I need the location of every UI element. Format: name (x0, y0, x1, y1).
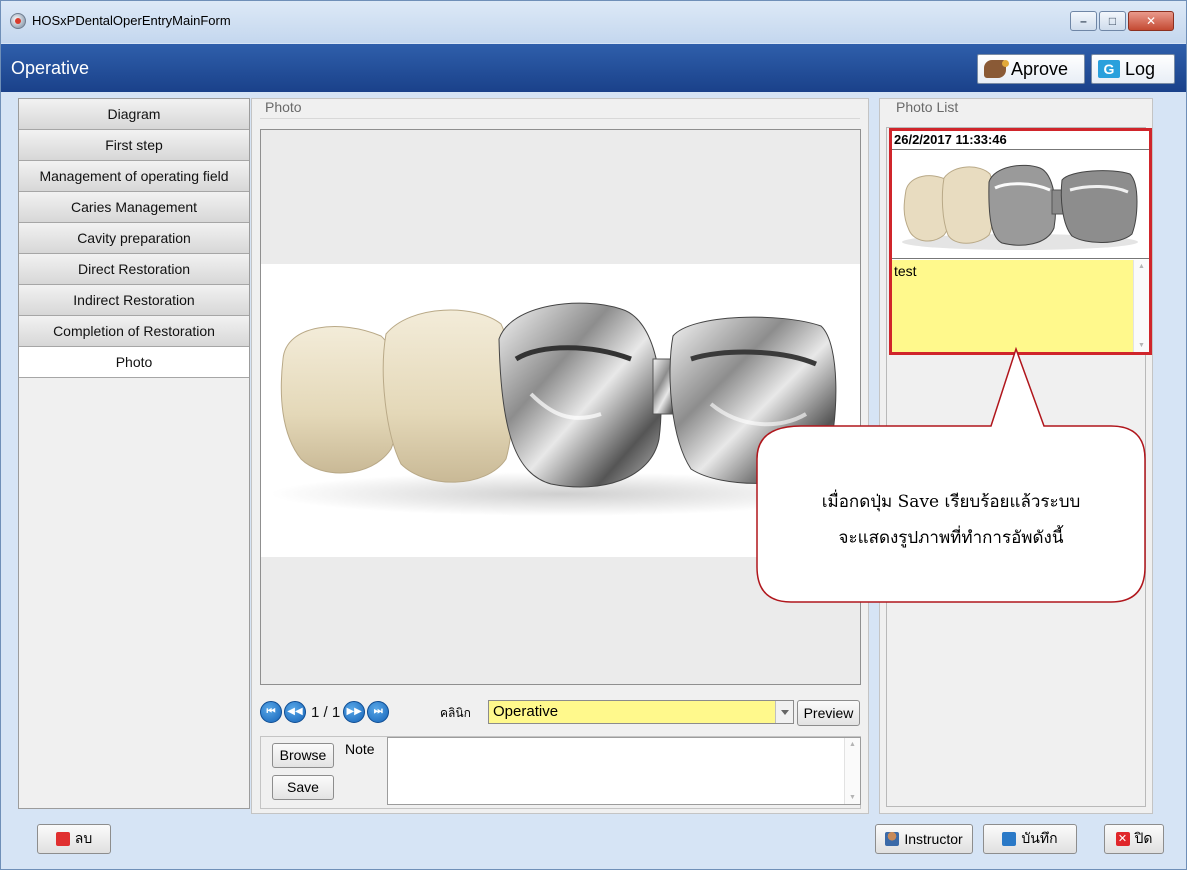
footer-toolbar: ลบ Instructor บันทึก ✕ ปิด (1, 817, 1186, 869)
note-textarea[interactable] (387, 737, 861, 805)
preview-button[interactable]: Preview (797, 700, 860, 726)
tab-indirect-restoration[interactable]: Indirect Restoration (19, 285, 249, 316)
next-photo-button[interactable]: ▶▶ (343, 701, 366, 723)
window-title: HOSxPDentalOperEntryMainForm (32, 13, 231, 28)
save-label: บันทึก (1021, 830, 1058, 846)
tab-management-of-operating-field[interactable]: Management of operating field (19, 161, 249, 192)
page-title: Operative (11, 58, 90, 78)
tab-diagram[interactable]: Diagram (19, 99, 249, 130)
section-tabs: Diagram First step Management of operati… (18, 98, 250, 809)
app-icon (10, 13, 26, 29)
main-window: HOSxPDentalOperEntryMainForm – □ ✕ Opera… (0, 0, 1187, 870)
clinic-select-value: Operative (493, 703, 559, 720)
callout-line-1: เมื่อกดปุ่ม Save เรียบร้อยแล้วระบบ (821, 492, 1081, 512)
first-photo-button[interactable]: ⏮ (260, 701, 282, 723)
tab-caries-management[interactable]: Caries Management (19, 192, 249, 223)
last-photo-button[interactable]: ⏭ (367, 701, 390, 723)
close-button[interactable]: ✕ ปิด (1104, 824, 1164, 854)
prev-photo-button[interactable]: ◀◀ (284, 701, 306, 723)
delete-button[interactable]: ลบ (37, 824, 111, 854)
delete-icon (55, 832, 70, 846)
photo-item-date: 26/2/2017 11:33:46 (894, 132, 1007, 147)
log-label: Log (1125, 58, 1156, 79)
log-icon: G (1098, 60, 1120, 78)
page-indicator: 1 / 1 (311, 703, 341, 721)
approve-button[interactable]: Aprove (977, 54, 1085, 84)
note-label: Note (345, 741, 375, 757)
instructor-label: Instructor (904, 831, 963, 847)
photo-navigator: ⏮ ◀◀ 1 / 1 ▶▶ ⏭ (260, 700, 391, 724)
tab-direct-restoration[interactable]: Direct Restoration (19, 254, 249, 285)
callout-line-2: จะแสดงรูปภาพที่ทำการอัพดังนี้ (838, 528, 1064, 548)
save-photo-button[interactable]: Save (272, 775, 334, 800)
close-x-icon: ✕ (1115, 832, 1130, 846)
photo-group-label: Photo (265, 99, 302, 115)
item-note-scrollbar[interactable] (1133, 260, 1149, 352)
photo-list-item[interactable]: 26/2/2017 11:33:46 test (889, 128, 1152, 355)
callout-text: เมื่อกดปุ่ม Save เรียบร้อยแล้วระบบ จะแสด… (757, 484, 1145, 556)
photo-thumbnail[interactable] (892, 149, 1149, 259)
close-label: ปิด (1134, 830, 1153, 846)
instructor-button[interactable]: Instructor (875, 824, 973, 854)
tab-cavity-preparation[interactable]: Cavity preparation (19, 223, 249, 254)
approve-hand-icon (984, 60, 1009, 78)
note-scrollbar[interactable] (844, 738, 860, 804)
tab-first-step[interactable]: First step (19, 130, 249, 161)
window-controls: – □ ✕ (1068, 11, 1174, 31)
close-window-button[interactable]: ✕ (1128, 11, 1174, 31)
delete-label: ลบ (74, 830, 93, 846)
save-disk-icon (1002, 832, 1017, 846)
instructor-icon (885, 832, 900, 846)
photo-item-note[interactable]: test (892, 260, 1149, 352)
maximize-icon: □ (1108, 14, 1117, 28)
note-section: Browse Save Note (260, 736, 861, 809)
log-button[interactable]: G Log (1091, 54, 1175, 84)
tab-photo[interactable]: Photo (19, 347, 249, 378)
minimize-button[interactable]: – (1070, 11, 1097, 31)
browse-button[interactable]: Browse (272, 743, 334, 768)
maximize-button[interactable]: □ (1099, 11, 1126, 31)
tab-completion-of-restoration[interactable]: Completion of Restoration (19, 316, 249, 347)
save-button[interactable]: บันทึก (983, 824, 1077, 854)
photo-item-note-text: test (894, 263, 917, 279)
chevron-down-icon[interactable] (775, 701, 793, 723)
photo-group-divider (260, 118, 860, 119)
approve-label: Aprove (1011, 58, 1069, 79)
photo-list-label: Photo List (896, 99, 959, 115)
clinic-label: คลินิก (440, 706, 471, 720)
title-bar: HOSxPDentalOperEntryMainForm – □ ✕ (1, 1, 1186, 43)
close-icon: ✕ (1145, 14, 1157, 28)
callout: เมื่อกดปุ่ม Save เรียบร้อยแล้วระบบ จะแสด… (757, 426, 1145, 602)
minimize-icon: – (1080, 14, 1087, 28)
clinic-select[interactable]: Operative (488, 700, 794, 724)
thumbnail-image (902, 164, 1138, 250)
form-header: Operative Aprove G Log (1, 44, 1186, 92)
